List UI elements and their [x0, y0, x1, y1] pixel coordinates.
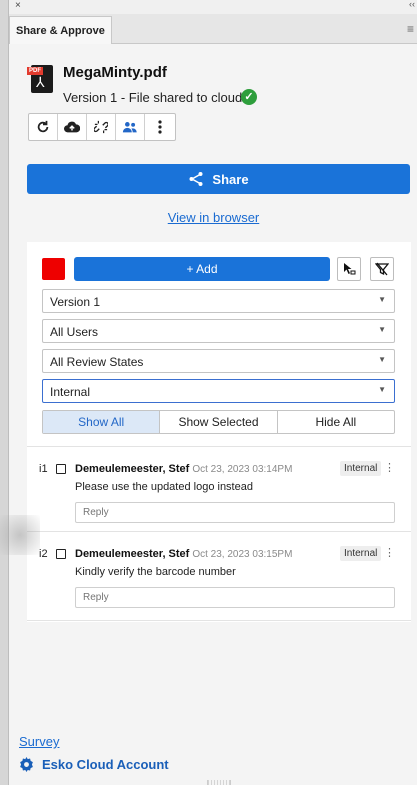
review-state-select[interactable]: All Review States ▼ [42, 349, 395, 373]
review-state-select-value: All Review States [50, 355, 144, 369]
tab-bar: Share & Approve ≡ [9, 14, 417, 45]
more-vertical-icon [158, 120, 162, 134]
comment-item: i2 Demeulemeester, Stef Oct 23, 2023 03:1… [27, 531, 411, 621]
refresh-button[interactable] [29, 114, 58, 140]
divider [27, 620, 411, 622]
annotation-color-picker[interactable] [42, 258, 65, 280]
collapse-icon[interactable]: ‹‹ [409, 0, 415, 9]
visibility-badge: Internal [340, 461, 382, 476]
version-select[interactable]: Version 1 ▼ [42, 289, 395, 313]
chevron-down-icon: ▼ [378, 325, 386, 334]
checkmark-icon: ✓ [241, 89, 257, 105]
file-status: Version 1 - File shared to cloud [63, 90, 243, 105]
comment-item: i1 Demeulemeester, Stef Oct 23, 2023 03:1… [27, 446, 411, 536]
people-icon [122, 122, 137, 133]
add-annotation-button[interactable]: + Add [74, 257, 330, 281]
comment-checkbox[interactable] [56, 464, 66, 474]
comment-author-line: Demeulemeester, Stef Oct 23, 2023 03:15PM [75, 548, 292, 560]
version-select-value: Version 1 [50, 295, 101, 309]
hide-all-button[interactable]: Hide All [278, 411, 394, 433]
more-options-button[interactable] [145, 114, 175, 140]
show-all-button[interactable]: Show All [43, 411, 161, 433]
survey-link[interactable]: Survey [19, 734, 59, 749]
more-vertical-icon[interactable]: ⋮ [384, 546, 395, 559]
esko-account-label: Esko Cloud Account [42, 757, 169, 772]
file-toolbar [28, 113, 176, 141]
comment-author: Demeulemeester, Stef [75, 548, 190, 560]
comment-author-line: Demeulemeester, Stef Oct 23, 2023 03:14PM [75, 463, 292, 475]
select-tool-button[interactable] [337, 257, 361, 281]
pdf-file-icon: PDF ⅄ [27, 65, 53, 93]
view-in-browser-link[interactable]: View in browser [9, 210, 417, 225]
close-icon[interactable]: × [15, 0, 21, 12]
users-select[interactable]: All Users ▼ [42, 319, 395, 343]
file-name: MegaMinty.pdf [63, 64, 167, 81]
upload-cloud-button[interactable] [58, 114, 87, 140]
resize-grip[interactable] [207, 780, 231, 785]
visibility-select-value: Internal [50, 385, 91, 399]
reply-input[interactable] [75, 587, 395, 608]
comment-text: Kindly verify the barcode number [75, 566, 236, 578]
comment-checkbox[interactable] [56, 549, 66, 559]
users-button[interactable] [116, 114, 145, 140]
chevron-down-icon: ▼ [378, 295, 386, 304]
users-select-value: All Users [50, 325, 99, 339]
unlink-icon [94, 120, 108, 134]
display-toggle: Show All Show Selected Hide All [42, 410, 395, 434]
screen-glare [0, 515, 40, 555]
clear-filter-button[interactable] [370, 257, 394, 281]
share-icon [189, 172, 203, 186]
tab-share-approve[interactable]: Share & Approve [9, 16, 112, 45]
comment-date: Oct 23, 2023 03:15PM [192, 549, 293, 560]
cloud-upload-icon [64, 121, 80, 133]
cursor-select-icon [344, 263, 356, 275]
acrobat-icon: ⅄ [36, 74, 45, 90]
more-vertical-icon[interactable]: ⋮ [384, 461, 395, 474]
unlink-button[interactable] [87, 114, 116, 140]
comment-author: Demeulemeester, Stef [75, 463, 190, 475]
visibility-select[interactable]: Internal ▼ [42, 379, 395, 403]
comment-index: i2 [39, 548, 48, 560]
hamburger-icon[interactable]: ≡ [407, 22, 414, 36]
comment-date: Oct 23, 2023 03:14PM [192, 464, 293, 475]
comment-index: i1 [39, 463, 48, 475]
comment-text: Please use the updated logo instead [75, 481, 253, 493]
chevron-down-icon: ▼ [378, 385, 386, 394]
gear-icon [20, 757, 33, 772]
share-approve-panel: PDF ⅄ MegaMinty.pdf Version 1 - File sha… [9, 44, 417, 785]
show-selected-button[interactable]: Show Selected [160, 411, 278, 433]
share-button[interactable]: Share [27, 164, 410, 194]
share-label: Share [212, 171, 249, 187]
filter-off-icon [375, 262, 389, 276]
refresh-icon [37, 120, 49, 133]
visibility-badge: Internal [340, 546, 382, 561]
chevron-down-icon: ▼ [378, 355, 386, 364]
review-card: + Add Version 1 ▼ All Users ▼ All Review S… [27, 242, 411, 622]
extension-panel: × ‹‹ Share & Approve ≡ PDF ⅄ MegaMinty.p… [8, 0, 417, 785]
esko-account-link[interactable]: Esko Cloud Account [19, 757, 169, 772]
reply-input[interactable] [75, 502, 395, 523]
window-strip: × ‹‹ [9, 0, 417, 14]
